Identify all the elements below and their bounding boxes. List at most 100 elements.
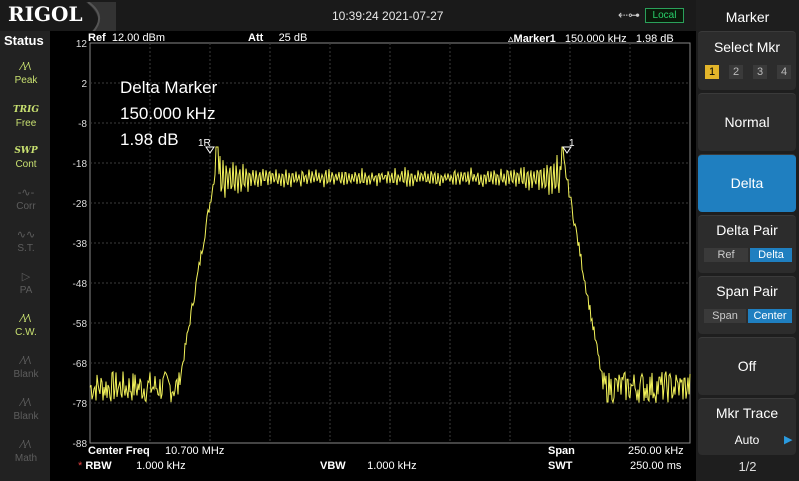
span-pair-button[interactable]: Span Pair Span Center	[698, 276, 796, 334]
mkr-trace-value: Auto	[734, 433, 760, 447]
off-button[interactable]: Off	[698, 337, 796, 395]
delta-marker-readout: Delta Marker 150.000 kHz 1.98 dB	[120, 75, 217, 153]
mkr-option-1[interactable]: 1	[705, 65, 719, 79]
status-label: Blank	[13, 369, 39, 380]
cw-status: ∕\∕\ C.W.	[9, 311, 43, 345]
span: Span	[548, 445, 575, 457]
submenu-arrow-icon: ▶	[784, 434, 793, 446]
att-value: 25 dB	[278, 32, 308, 44]
y-tick-label: -58	[73, 319, 88, 330]
status-label: C.W.	[15, 327, 37, 338]
rigol-logo: RIGOL	[4, 2, 116, 33]
pa-icon: ▷	[21, 271, 31, 283]
center-freq-label: Center Freq	[88, 445, 150, 457]
swp-icon: SWP	[14, 146, 38, 156]
y-tick-label: -68	[73, 359, 88, 370]
ref-label: Ref	[88, 32, 106, 44]
swp-status: SWP Cont	[9, 143, 43, 177]
status-label: PA	[19, 285, 33, 296]
delta-pair-button[interactable]: Delta Pair Ref Delta	[698, 215, 796, 273]
swt-value: 250.00 ms	[630, 460, 682, 472]
st-status: ∿∿ S.T.	[9, 227, 43, 261]
math-icon: ∕\∕\	[21, 439, 31, 451]
span-label: Span	[548, 445, 575, 457]
rbw-value: 1.000 kHz	[136, 460, 186, 472]
datetime: 10:39:24 2021-07-27	[332, 9, 444, 23]
status-label: Free	[15, 118, 37, 129]
delta-marker-freq: 150.000 kHz	[120, 104, 216, 123]
span-pair-label: Span Pair	[716, 283, 778, 299]
st-icon: ∿∿	[16, 229, 36, 241]
mkr-option-3[interactable]: 3	[753, 65, 767, 79]
mkr-trace-button[interactable]: Mkr Trace Auto ▶	[698, 398, 796, 455]
marker-menu: Marker Select Mkr 1 2 3 4 Normal Delta D…	[696, 0, 799, 481]
delta-pair-ref[interactable]: Ref	[704, 248, 748, 262]
math-status: ∕\∕\ Math	[9, 437, 43, 471]
marker-readout: ▵Marker1 150.000 kHz 1.98 dB	[508, 32, 674, 45]
delta-pair-label: Delta Pair	[716, 222, 778, 238]
center-freq-value: 10.700 MHz	[165, 445, 225, 457]
delta-button[interactable]: Delta	[698, 154, 796, 212]
y-tick-label: -8	[78, 119, 87, 130]
y-tick-label: -88	[73, 439, 88, 450]
delta-marker-title: Delta Marker	[120, 78, 218, 97]
vbw-label: VBW	[320, 460, 346, 472]
mkr-option-4[interactable]: 4	[777, 65, 791, 79]
swt: SWT	[548, 460, 572, 472]
normal-label: Normal	[724, 114, 770, 130]
corr-status: -∿- Corr	[9, 185, 43, 219]
mkr-option-2[interactable]: 2	[729, 65, 743, 79]
y-tick-label: -38	[73, 239, 88, 250]
status-label: Math	[14, 453, 38, 464]
span-pair-center[interactable]: Center	[748, 309, 792, 323]
select-mkr-label: Select Mkr	[713, 39, 781, 55]
page-indicator: 1/2	[738, 459, 757, 474]
span-value: 250.00 kHz	[628, 445, 684, 457]
status-label: Cont	[15, 159, 37, 170]
rbw: * RBW 1.000 kHz	[78, 460, 186, 472]
peak-status: ∕\∕\ Peak	[9, 59, 43, 93]
status-panel: Status ∕\∕\ Peak TRIG Free SWP Cont -∿- Corr ∿∿ S…	[0, 31, 50, 481]
delta-marker-label: 1	[569, 138, 575, 149]
trig-status: TRIG Free	[9, 102, 43, 136]
blank-status: ∕\∕\ Blank	[9, 353, 43, 387]
status-label: Corr	[16, 201, 36, 212]
attenuation: Att 25 dB	[248, 32, 307, 44]
rbw-flag: *	[78, 460, 83, 472]
blank-icon-2: ∕\∕\	[21, 397, 31, 409]
marker-amp: 1.98 dB	[635, 33, 674, 45]
off-label: Off	[737, 358, 757, 374]
usb-icon: ⇠⊶	[618, 8, 641, 22]
status-label: Peak	[14, 75, 38, 86]
y-tick-label: -18	[73, 159, 88, 170]
ref-value: 12.00 dBm	[111, 32, 166, 44]
status-label: S.T.	[17, 243, 35, 254]
mkr-trace-label: Mkr Trace	[715, 405, 779, 421]
rbw-label: RBW	[85, 460, 112, 472]
delta-pair-delta[interactable]: Delta	[750, 248, 792, 262]
select-mkr-button[interactable]: Select Mkr 1 2 3 4	[698, 31, 796, 90]
y-tick-label: -48	[73, 279, 88, 290]
spectrum-display: 12 2 -8 -18 -28 -38 -48 -58 -68 -78 -88 1R 1 Ref 12.…	[50, 31, 696, 481]
logo-swoosh-icon	[86, 2, 116, 33]
span-pair-span[interactable]: Span	[704, 309, 746, 323]
normal-button[interactable]: Normal	[698, 93, 796, 151]
center-freq: Center Freq 10.700 MHz	[88, 445, 224, 457]
y-tick-label: 2	[81, 79, 87, 90]
marker-label: Marker1	[513, 33, 556, 45]
vbw-value: 1.000 kHz	[367, 460, 417, 472]
marker-freq: 150.000 kHz	[564, 33, 627, 45]
pa-status: ▷ PA	[9, 269, 43, 303]
status-title: Status	[4, 33, 44, 48]
menu-title: Marker	[725, 9, 770, 25]
top-bar: RIGOL 10:39:24 2021-07-27 ⇠⊶ Local	[0, 0, 696, 33]
ref-level: Ref 12.00 dBm	[88, 32, 165, 44]
corr-icon: -∿-	[17, 187, 35, 199]
peak-icon: ∕\∕\	[21, 61, 31, 73]
delta-marker-amp: 1.98 dB	[120, 130, 179, 149]
att-label: Att	[248, 32, 264, 44]
y-tick-label: -28	[73, 199, 88, 210]
local-status-badge: Local	[645, 8, 684, 23]
delta-label: Delta	[730, 175, 764, 191]
blank-status: ∕\∕\ Blank	[9, 395, 43, 429]
